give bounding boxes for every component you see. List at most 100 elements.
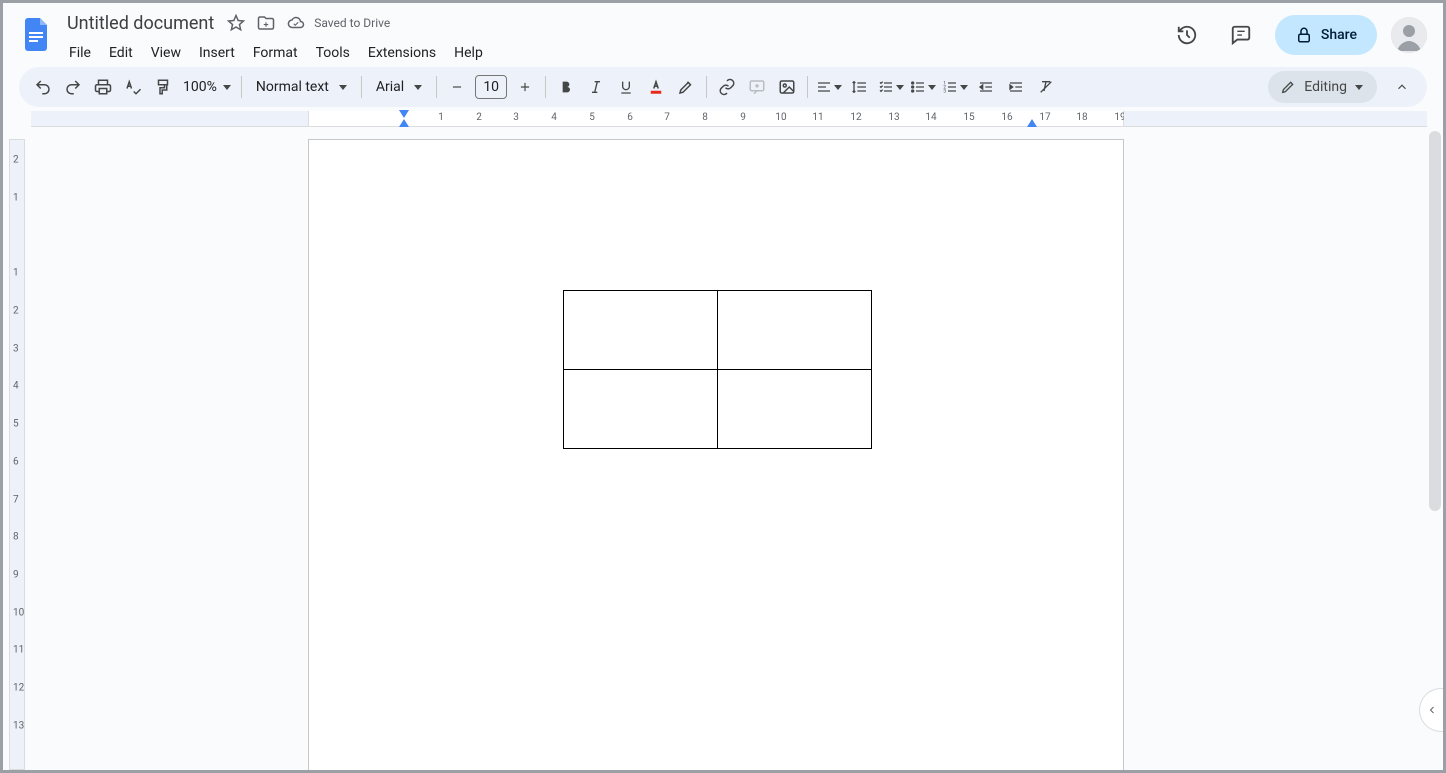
ruler-mark: 6 xyxy=(627,112,633,123)
ruler-mark: 9 xyxy=(13,570,19,581)
chevron-down-icon xyxy=(960,85,968,90)
ruler-mark: 10 xyxy=(13,608,24,619)
bulleted-list-dropdown[interactable] xyxy=(908,73,938,101)
chevron-down-icon xyxy=(414,85,422,90)
increase-font-button[interactable] xyxy=(511,73,539,101)
ruler-mark: 12 xyxy=(13,683,24,694)
page[interactable] xyxy=(308,139,1124,770)
left-indent-marker[interactable] xyxy=(399,119,409,127)
cloud-saved-icon[interactable] xyxy=(286,13,306,33)
document-table[interactable] xyxy=(563,290,872,449)
insert-comment-button[interactable] xyxy=(743,73,771,101)
table-cell[interactable] xyxy=(564,370,718,449)
separator xyxy=(545,76,546,98)
underline-button[interactable] xyxy=(612,73,640,101)
ruler-mark: 6 xyxy=(13,457,19,468)
menubar: File Edit View Insert Format Tools Exten… xyxy=(61,39,1167,67)
insert-link-button[interactable] xyxy=(713,73,741,101)
share-button[interactable]: Share xyxy=(1275,15,1377,55)
ruler-mark: 7 xyxy=(664,112,670,123)
ruler-mark: 4 xyxy=(13,381,19,392)
decrease-font-button[interactable] xyxy=(443,73,471,101)
insert-image-button[interactable] xyxy=(773,73,801,101)
lock-icon xyxy=(1295,26,1313,44)
editing-mode-dropdown[interactable]: Editing xyxy=(1268,71,1377,103)
chevron-down-icon xyxy=(223,85,231,90)
table-row xyxy=(564,291,872,370)
ruler-mark: 2 xyxy=(476,112,482,123)
menu-help[interactable]: Help xyxy=(446,41,491,65)
font-value: Arial xyxy=(376,79,404,95)
spellcheck-button[interactable] xyxy=(119,73,147,101)
table-cell[interactable] xyxy=(718,370,872,449)
paragraph-style-dropdown[interactable]: Normal text xyxy=(248,73,355,101)
table-cell[interactable] xyxy=(564,291,718,370)
menu-insert[interactable]: Insert xyxy=(191,41,243,65)
ruler-mark: 2 xyxy=(13,155,19,166)
ruler-mark: 2 xyxy=(13,306,19,317)
history-icon[interactable] xyxy=(1167,15,1207,55)
checklist-dropdown[interactable] xyxy=(876,73,906,101)
star-icon[interactable] xyxy=(226,13,246,33)
line-spacing-button[interactable] xyxy=(846,73,874,101)
ruler-mark: 16 xyxy=(1001,112,1012,123)
document-title[interactable]: Untitled document xyxy=(61,11,220,36)
font-dropdown[interactable]: Arial xyxy=(368,73,430,101)
highlight-button[interactable] xyxy=(672,73,700,101)
table-row xyxy=(564,370,872,449)
menu-format[interactable]: Format xyxy=(245,41,306,65)
print-button[interactable] xyxy=(89,73,117,101)
collapse-toolbar-button[interactable] xyxy=(1387,72,1417,102)
font-size-input[interactable] xyxy=(475,75,507,99)
ruler-mark: 12 xyxy=(850,112,861,123)
svg-text:3: 3 xyxy=(944,88,947,94)
table-cell[interactable] xyxy=(718,291,872,370)
move-icon[interactable] xyxy=(256,13,276,33)
text-color-button[interactable] xyxy=(642,73,670,101)
separator xyxy=(807,76,808,98)
ruler-mark: 18 xyxy=(1076,112,1087,123)
menu-file[interactable]: File xyxy=(61,41,99,65)
mode-label: Editing xyxy=(1304,79,1347,95)
separator xyxy=(361,76,362,98)
ruler-mark: 11 xyxy=(812,112,823,123)
comments-icon[interactable] xyxy=(1221,15,1261,55)
zoom-dropdown[interactable]: 100% xyxy=(179,79,235,95)
clear-formatting-button[interactable] xyxy=(1032,73,1060,101)
separator xyxy=(706,76,707,98)
zoom-value: 100% xyxy=(183,79,217,95)
first-line-indent-marker[interactable] xyxy=(399,110,409,118)
docs-logo[interactable] xyxy=(17,13,57,53)
increase-indent-button[interactable] xyxy=(1002,73,1030,101)
redo-button[interactable] xyxy=(59,73,87,101)
ruler-mark: 8 xyxy=(13,532,19,543)
ruler-mark: 5 xyxy=(589,112,595,123)
ruler-mark: 1 xyxy=(13,268,19,279)
paint-format-button[interactable] xyxy=(149,73,177,101)
ruler-mark: 14 xyxy=(925,112,936,123)
chevron-down-icon xyxy=(1355,85,1363,90)
ruler-mark: 15 xyxy=(963,112,974,123)
chevron-down-icon xyxy=(834,85,842,90)
menu-edit[interactable]: Edit xyxy=(101,41,141,65)
scrollbar-thumb[interactable] xyxy=(1429,131,1441,511)
menu-view[interactable]: View xyxy=(143,41,189,65)
menu-tools[interactable]: Tools xyxy=(308,41,358,65)
ruler-mark: 3 xyxy=(13,344,19,355)
vertical-scrollbar[interactable] xyxy=(1429,131,1441,766)
ruler-mark: 1 xyxy=(438,112,444,123)
undo-button[interactable] xyxy=(29,73,57,101)
saved-status: Saved to Drive xyxy=(314,16,390,30)
bold-button[interactable] xyxy=(552,73,580,101)
ruler-mark: 8 xyxy=(702,112,708,123)
right-indent-marker[interactable] xyxy=(1027,119,1037,127)
menu-extensions[interactable]: Extensions xyxy=(360,41,444,65)
document-canvas[interactable] xyxy=(31,127,1443,770)
account-avatar[interactable] xyxy=(1391,17,1427,53)
decrease-indent-button[interactable] xyxy=(972,73,1000,101)
numbered-list-dropdown[interactable]: 123 xyxy=(940,73,970,101)
italic-button[interactable] xyxy=(582,73,610,101)
align-dropdown[interactable] xyxy=(814,73,844,101)
vertical-ruler[interactable]: 2 1 1 2 3 4 5 6 7 8 9 10 11 12 13 xyxy=(3,127,31,770)
horizontal-ruler[interactable]: 2 1 1 2 3 4 5 6 7 8 9 10 11 12 13 14 15 … xyxy=(3,111,1443,127)
